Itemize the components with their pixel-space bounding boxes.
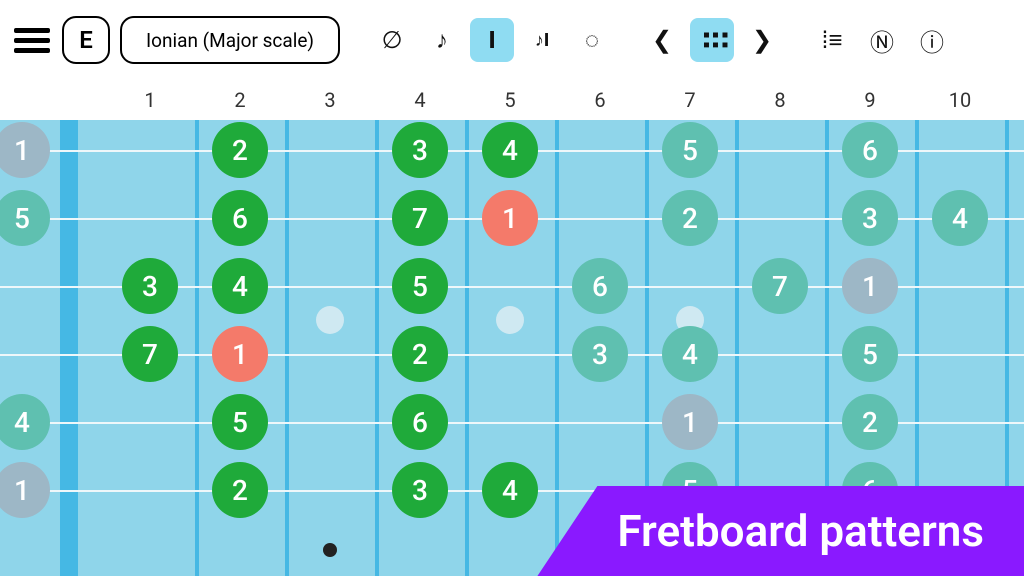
six-dots-icon[interactable]: ⠿ xyxy=(690,18,734,62)
fret-marker xyxy=(496,306,524,334)
fret-number: 2 xyxy=(234,88,245,112)
interval-icon[interactable]: I xyxy=(470,18,514,62)
fret-note[interactable]: 5 xyxy=(0,190,50,246)
toolbar: E Ionian (Major scale) ∅♪I♪I◌❮⠿❯⁞≡Ⓝⓘ xyxy=(0,0,1024,80)
fret-line xyxy=(375,120,379,576)
fret-note[interactable]: 3 xyxy=(842,190,898,246)
next-pattern-icon[interactable]: ❯ xyxy=(740,18,784,62)
fret-note[interactable]: 2 xyxy=(392,326,448,382)
scale-selector[interactable]: Ionian (Major scale) xyxy=(120,16,340,64)
fret-note[interactable]: 4 xyxy=(482,462,538,518)
fret-note[interactable]: 3 xyxy=(572,326,628,382)
fret-note[interactable]: 7 xyxy=(122,326,178,382)
fret-line xyxy=(465,120,469,576)
list-dots-icon[interactable]: ⁞≡ xyxy=(810,18,854,62)
fret-note[interactable]: 2 xyxy=(842,394,898,450)
fret-number: 3 xyxy=(324,88,335,112)
fret-note[interactable]: 5 xyxy=(212,394,268,450)
fret-note[interactable]: 1 xyxy=(0,122,50,178)
note-icon[interactable]: ♪ xyxy=(420,18,464,62)
fret-note[interactable]: 4 xyxy=(662,326,718,382)
fret-note[interactable]: 3 xyxy=(392,122,448,178)
fret-number: 9 xyxy=(864,88,875,112)
fret-note[interactable]: 3 xyxy=(122,258,178,314)
fret-number: 6 xyxy=(594,88,605,112)
fret-note[interactable]: 6 xyxy=(212,190,268,246)
fret-note[interactable]: 5 xyxy=(842,326,898,382)
fret-note[interactable]: 4 xyxy=(482,122,538,178)
fret-line xyxy=(285,120,289,576)
n-circle-icon[interactable]: Ⓝ xyxy=(860,18,904,62)
nut xyxy=(60,120,78,576)
fret-note[interactable]: 1 xyxy=(662,394,718,450)
fret-note[interactable]: 6 xyxy=(842,122,898,178)
fret-note[interactable]: 3 xyxy=(392,462,448,518)
menu-icon[interactable] xyxy=(14,21,52,59)
info-icon[interactable]: ⓘ xyxy=(910,18,954,62)
fret-line xyxy=(195,120,199,576)
empty-set-icon[interactable]: ∅ xyxy=(370,18,414,62)
fret-number: 4 xyxy=(414,88,425,112)
fret-note[interactable]: 4 xyxy=(932,190,988,246)
fret-note[interactable]: 7 xyxy=(392,190,448,246)
fret-note[interactable]: 2 xyxy=(212,122,268,178)
fret-note[interactable]: 1 xyxy=(212,326,268,382)
inlay-dot xyxy=(323,543,337,557)
fret-note[interactable]: 1 xyxy=(482,190,538,246)
root-key-selector[interactable]: E xyxy=(62,16,110,64)
fret-note[interactable]: 6 xyxy=(392,394,448,450)
note-interval-icon[interactable]: ♪I xyxy=(520,18,564,62)
fret-note[interactable]: 1 xyxy=(842,258,898,314)
fret-note[interactable]: 5 xyxy=(662,122,718,178)
fret-note[interactable]: 4 xyxy=(212,258,268,314)
fret-note[interactable]: 7 xyxy=(752,258,808,314)
fret-note[interactable]: 1 xyxy=(0,462,50,518)
fret-note[interactable]: 5 xyxy=(392,258,448,314)
fret-note[interactable]: 4 xyxy=(0,394,50,450)
tool-icons: ∅♪I♪I◌❮⠿❯⁞≡Ⓝⓘ xyxy=(370,18,954,62)
fret-line xyxy=(555,120,559,576)
fret-number: 1 xyxy=(144,88,155,112)
dashed-circle-icon[interactable]: ◌ xyxy=(570,18,614,62)
fret-number: 7 xyxy=(684,88,695,112)
fret-number: 8 xyxy=(774,88,785,112)
fret-number-row: 1 2 3 4 5 6 7 8 9 10 xyxy=(0,80,1024,120)
fret-note[interactable]: 6 xyxy=(572,258,628,314)
fret-number: 10 xyxy=(949,88,971,112)
fret-marker xyxy=(316,306,344,334)
prev-pattern-icon[interactable]: ❮ xyxy=(640,18,684,62)
fret-note[interactable]: 2 xyxy=(662,190,718,246)
fret-number: 5 xyxy=(504,88,515,112)
fret-note[interactable]: 2 xyxy=(212,462,268,518)
promo-banner: Fretboard patterns xyxy=(537,486,1024,576)
